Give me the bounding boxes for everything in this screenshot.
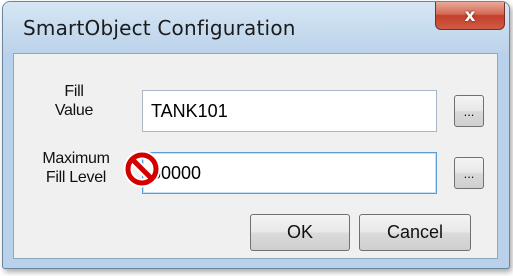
max-fill-level-label-line1: Maximum [42,150,110,167]
title-bar[interactable]: SmartObject Configuration x [3,2,509,52]
max-fill-level-label: Maximum Fill Level [36,149,116,187]
ok-button[interactable]: OK [250,214,350,251]
max-fill-level-browse-button[interactable]: ... [454,157,484,189]
close-icon: x [464,5,476,26]
close-button[interactable]: x [435,2,505,30]
fill-value-label-line2: Value [54,102,94,119]
fill-value-label-line1: Fill [64,83,84,100]
dialog-window: SmartObject Configuration x Fill Value T… [2,1,510,269]
max-fill-level-field[interactable]: 60000 [142,152,437,194]
max-fill-level-label-line2: Fill Level [45,169,107,186]
window-title: SmartObject Configuration [23,16,296,40]
fill-value-field[interactable]: TANK101 [142,90,437,132]
not-allowed-cursor-icon [123,150,161,188]
fill-value-browse-button[interactable]: ... [454,95,484,127]
cancel-button[interactable]: Cancel [359,214,471,251]
dialog-content: Fill Value TANK101 ... Maximum Fill Leve… [13,53,498,259]
fill-value-label: Fill Value [44,82,104,120]
